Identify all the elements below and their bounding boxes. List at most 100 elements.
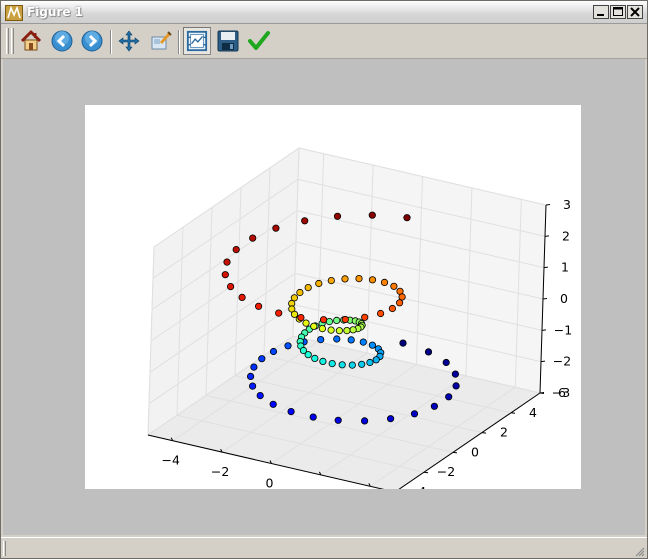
z-tick: [539, 392, 545, 394]
scatter-point: [297, 314, 305, 322]
scatter-point: [319, 357, 327, 365]
scatter-point: [247, 372, 255, 380]
status-bar-grip: [3, 541, 6, 556]
zoom-to-rect-icon: [147, 29, 175, 53]
scatter-point: [272, 224, 280, 232]
z-tick: [540, 360, 546, 363]
y-tick: [423, 471, 429, 474]
scatter-point: [304, 351, 312, 359]
scatter-point: [380, 278, 389, 286]
scatter-point: [328, 360, 336, 368]
scatter3d-plot[interactable]: −4−2024−4−20246−3−2−10123: [85, 105, 581, 513]
scatter-point: [327, 326, 335, 334]
figure-window: Figure 1 −4 −2 0 −2 0 2 4 6 −3 −2 −1 0 1…: [0, 0, 648, 559]
scatter-point: [232, 246, 240, 254]
y-tick: [510, 412, 516, 414]
subplots-button[interactable]: [183, 27, 211, 55]
scatter-point: [333, 316, 341, 324]
scatter-point: [452, 382, 460, 390]
matplotlib-app-icon: [5, 5, 23, 21]
scatter-point: [368, 211, 376, 219]
figure-canvas[interactable]: −4−2024−4−20246−3−2−10123: [85, 105, 581, 513]
scatter-point: [442, 358, 450, 367]
scatter-point: [398, 293, 406, 301]
scatter-point: [221, 271, 229, 279]
scatter-point: [275, 309, 283, 317]
scatter-point: [309, 413, 317, 421]
scatter-point: [386, 415, 395, 423]
zoom-button[interactable]: [147, 27, 175, 55]
z-tick: [544, 235, 550, 237]
z-tick: [541, 329, 547, 331]
scatter-point: [390, 282, 398, 290]
scatter-point: [348, 361, 356, 369]
window-title: Figure 1: [27, 5, 84, 19]
scatter-point: [310, 322, 318, 330]
scatter-point: [424, 348, 433, 356]
close-button[interactable]: [627, 5, 643, 19]
back-button[interactable]: [48, 27, 76, 55]
scatter-point: [360, 417, 369, 425]
x-tick-label: 0: [266, 476, 274, 490]
scatter-point: [395, 299, 404, 307]
scatter-point: [338, 361, 346, 369]
x-tick-label: −2: [211, 464, 229, 479]
y-tick-label: 2: [500, 425, 508, 440]
scatter-point: [304, 284, 312, 292]
scatter-point: [399, 339, 407, 347]
navigation-toolbar: [1, 24, 647, 59]
scatter-point: [302, 319, 310, 327]
scatter-point: [258, 355, 266, 363]
scatter-point: [372, 356, 380, 364]
scatter-point: [410, 410, 419, 418]
floppy-disk-icon: [214, 29, 242, 53]
z-tick: [542, 298, 548, 300]
y-tick: [452, 451, 458, 454]
scatter-point: [430, 402, 438, 410]
pan-button[interactable]: [115, 27, 143, 55]
save-button[interactable]: [214, 27, 242, 55]
scatter-point: [249, 234, 257, 242]
z-tick-label: 1: [561, 260, 569, 275]
scatter-point: [301, 217, 309, 225]
maximize-button[interactable]: [610, 5, 626, 19]
z-tick-label: 2: [562, 228, 570, 243]
scatter-point: [368, 276, 377, 284]
checkmark-icon: [245, 29, 273, 53]
toolbar-grip[interactable]: [11, 28, 14, 54]
x-tick-label: −4: [161, 453, 179, 468]
forward-button[interactable]: [78, 27, 106, 55]
move-arrows-icon: [115, 29, 143, 53]
z-tick: [545, 204, 551, 206]
subplots-config-icon: [184, 30, 210, 52]
scatter-point: [223, 258, 231, 266]
title-bar[interactable]: Figure 1: [1, 1, 647, 24]
z-tick-label: −1: [554, 322, 572, 337]
status-bar: [1, 537, 647, 559]
scatter-point: [269, 400, 277, 408]
scatter-point: [343, 327, 351, 335]
scatter-point: [287, 407, 295, 416]
scatter-point: [333, 212, 342, 220]
scatter-point: [376, 309, 385, 318]
home-button[interactable]: [17, 27, 45, 55]
minimize-button[interactable]: [593, 5, 609, 19]
scatter-point: [255, 302, 263, 310]
y-tick-label: −2: [437, 464, 455, 479]
scatter-point: [269, 347, 278, 356]
scatter-point: [250, 363, 258, 371]
scatter-point: [368, 341, 376, 349]
edit-parameters-button[interactable]: [245, 27, 273, 55]
figure-canvas-area[interactable]: −4−2024−4−20246−3−2−10123: [3, 59, 645, 535]
z-tick-label: 3: [563, 197, 571, 212]
scatter-point: [320, 316, 328, 324]
x-tick-label: 2: [315, 487, 323, 489]
scatter-point: [347, 336, 355, 344]
scatter-point: [335, 327, 343, 335]
scatter-point: [327, 277, 335, 285]
scatter-point: [355, 275, 363, 283]
y-tick-label: −4: [408, 484, 426, 489]
scatter-point: [358, 360, 366, 368]
toolbar-grip[interactable]: [6, 28, 9, 54]
resize-grip-icon[interactable]: [633, 545, 645, 557]
